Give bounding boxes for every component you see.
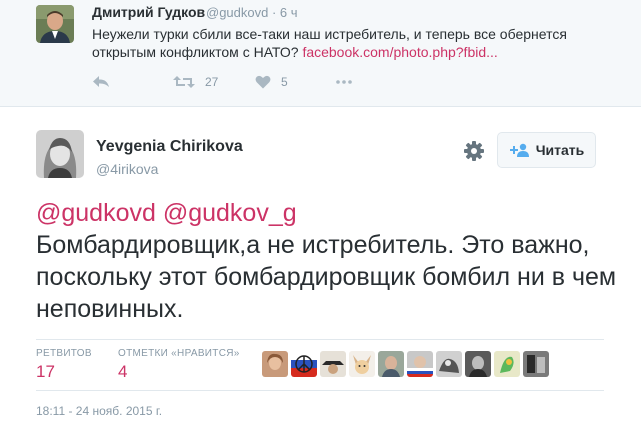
retweets-stat[interactable]: РЕТВИТОВ 17: [36, 348, 92, 382]
main-tweet-text: Бомбардировщик,а не истребитель. Это важ…: [36, 231, 617, 323]
parent-author-meta: @gudkovd · 6 ч: [206, 5, 298, 20]
likes-stat[interactable]: ОТМЕТКИ «НРАВИТСЯ» 4: [118, 348, 240, 382]
follow-button[interactable]: Читать: [497, 132, 596, 168]
liker-avatar[interactable]: [407, 351, 433, 377]
main-author-handle[interactable]: @4irikova: [96, 161, 158, 177]
liker-avatar[interactable]: [378, 351, 404, 377]
liker-avatar[interactable]: [349, 351, 375, 377]
parent-tweet-link[interactable]: facebook.com/photo.php?fbid...: [302, 44, 497, 60]
follow-button-label: Читать: [535, 142, 585, 158]
parent-author-avatar[interactable]: [36, 5, 74, 43]
retweets-label: РЕТВИТОВ: [36, 348, 92, 359]
stats-divider-bottom: [36, 390, 604, 391]
liker-avatar[interactable]: [436, 351, 462, 377]
parent-tweet[interactable]: Дмитрий Гудков @gudkovd · 6 ч Неужели ту…: [0, 0, 641, 107]
like-icon: [255, 75, 271, 89]
main-author-name[interactable]: Yevgenia Chirikova: [96, 138, 243, 156]
gear-icon[interactable]: [463, 140, 485, 162]
parent-tweet-actions: 27 5: [0, 70, 641, 94]
tweet-timestamp[interactable]: 18:11 - 24 нояб. 2015 г.: [36, 404, 162, 418]
likes-count: 4: [118, 362, 128, 381]
retweets-count: 17: [36, 362, 55, 381]
retweet-icon: [173, 75, 195, 89]
like-button[interactable]: 5: [255, 70, 288, 94]
stats-divider-top: [36, 339, 604, 340]
liker-avatars: [262, 351, 552, 379]
follow-person-icon: [509, 143, 529, 157]
main-author-avatar[interactable]: [36, 130, 84, 178]
retweet-button[interactable]: 27: [173, 70, 218, 94]
liker-avatar[interactable]: [320, 351, 346, 377]
parent-time-ago[interactable]: 6 ч: [280, 5, 298, 20]
retweet-count: 27: [205, 75, 219, 89]
likes-label: ОТМЕТКИ «НРАВИТСЯ»: [118, 348, 240, 359]
tweet-mentions[interactable]: @gudkovd @gudkov_g: [36, 197, 297, 229]
liker-avatar[interactable]: [523, 351, 549, 377]
reply-icon: [92, 75, 110, 89]
more-button[interactable]: [336, 70, 352, 94]
more-icon: [336, 80, 352, 84]
parent-author-handle[interactable]: @gudkovd: [206, 5, 268, 20]
parent-tweet-text: Неужели турки сбили все-таки наш истреби…: [92, 25, 592, 61]
parent-author-name[interactable]: Дмитрий Гудков: [92, 4, 205, 20]
liker-avatar[interactable]: [262, 351, 288, 377]
liker-avatar[interactable]: [494, 351, 520, 377]
liker-avatar[interactable]: [291, 351, 317, 377]
like-count: 5: [281, 75, 288, 89]
liker-avatar[interactable]: [465, 351, 491, 377]
reply-button[interactable]: [92, 70, 110, 94]
